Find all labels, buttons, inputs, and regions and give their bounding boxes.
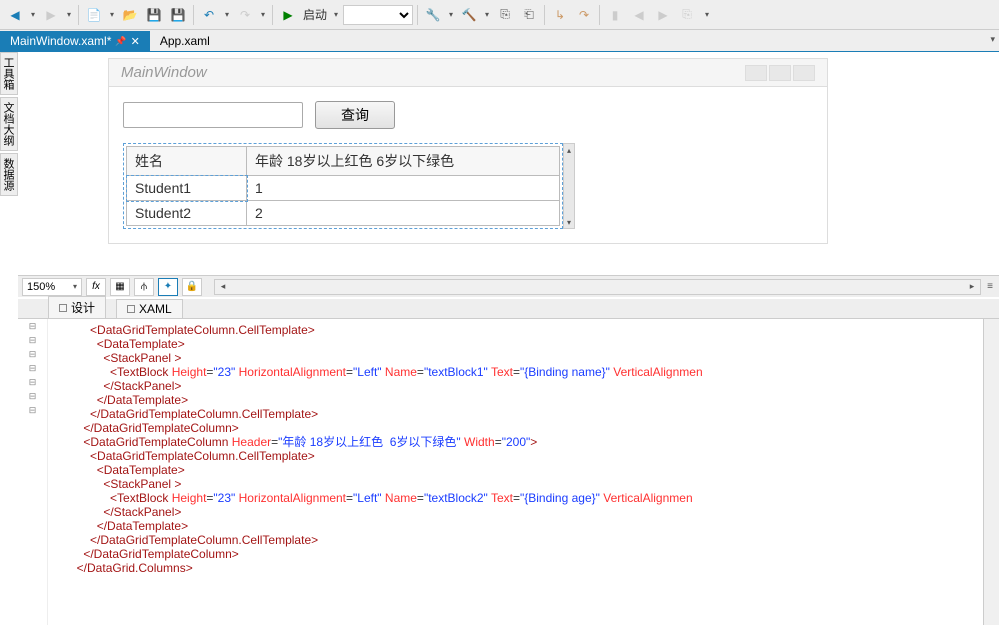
tab-xaml[interactable]: XAML	[116, 299, 183, 318]
toolbar-btn-a[interactable]: 🔧	[422, 4, 444, 26]
tab-design[interactable]: 设计	[48, 296, 106, 318]
minimize-icon	[745, 65, 767, 81]
comment-button[interactable]: ⎘	[494, 4, 516, 26]
toolbar-btn-c: ▮	[604, 4, 626, 26]
tab-xaml-label: XAML	[139, 302, 172, 316]
cell-age[interactable]: 1	[247, 176, 560, 201]
fold-toggle[interactable]: ⊟	[18, 403, 47, 417]
back-dropdown[interactable]: ▾	[28, 4, 38, 26]
uncomment-button[interactable]: ⎗	[518, 4, 540, 26]
main-toolbar: ◀ ▾ ▶ ▾ 📄 ▾ 📂 💾 💾 ↶ ▾ ↷ ▾ ▶ 启动 ▾ 🔧 ▾ 🔨 ▾…	[0, 0, 999, 30]
table-row: Student1 1	[127, 176, 560, 201]
toolbar-btn-e: ▶	[652, 4, 674, 26]
scroll-left-icon[interactable]: ◂	[215, 280, 231, 294]
fx-button[interactable]: fx	[86, 278, 106, 296]
redo-button: ↷	[234, 4, 256, 26]
query-button[interactable]: 查询	[315, 101, 395, 129]
table-row: Student2 2	[127, 201, 560, 226]
fold-gutter[interactable]: ⊟⊟⊟⊟⊟⊟⊟	[18, 319, 48, 625]
snaplines-button[interactable]: ⫛	[134, 278, 154, 296]
side-dock: 工具箱 文档大纲 数据源	[0, 52, 18, 198]
start-label[interactable]: 启动	[301, 6, 329, 23]
column-header-age[interactable]: 年龄 18岁以上红色 6岁以下绿色	[247, 147, 560, 176]
undo-dropdown[interactable]: ▾	[222, 4, 232, 26]
effects-button[interactable]: ✦	[158, 278, 178, 296]
toolbar-btn-a-drop[interactable]: ▾	[446, 4, 456, 26]
pin-icon[interactable]: 📌	[115, 36, 126, 47]
fold-toggle[interactable]: ⊟	[18, 347, 47, 361]
cell-name[interactable]: Student1	[127, 176, 247, 201]
cell-name[interactable]: Student2	[127, 201, 247, 226]
tab-label: App.xaml	[160, 34, 210, 48]
toolbar-overflow[interactable]: ▾	[702, 4, 712, 26]
horizontal-scrollbar[interactable]: ◂ ▸	[214, 279, 981, 295]
tab-label: MainWindow.xaml*	[10, 34, 111, 48]
scroll-down-icon[interactable]: ▾	[564, 216, 574, 228]
search-input[interactable]	[123, 102, 303, 128]
sidetab-outline[interactable]: 文档大纲	[0, 97, 18, 151]
document-tabbar: MainWindow.xaml* 📌 ✕ App.xaml ▾	[0, 30, 999, 52]
scroll-up-icon[interactable]: ▴	[564, 144, 574, 156]
column-header-name[interactable]: 姓名	[127, 147, 247, 176]
square-icon	[127, 305, 135, 313]
designer-footer: 150% ▾ fx ▦ ⫛ ✦ 🔒 ◂ ▸ ≡	[18, 275, 999, 297]
step-over-button[interactable]: ↷	[573, 4, 595, 26]
open-button[interactable]: 📂	[119, 4, 141, 26]
panel-tabbar: 设计 XAML	[18, 299, 999, 319]
designer-pane: MainWindow 查询 姓名	[18, 52, 999, 297]
maximize-icon	[769, 65, 791, 81]
locked-button[interactable]: 🔒	[182, 278, 202, 296]
code-content[interactable]: <DataGridTemplateColumn.CellTemplate> <D…	[48, 319, 999, 625]
square-icon	[59, 304, 67, 312]
zoom-value: 150%	[27, 281, 55, 293]
window-client: 查询 姓名 年龄 18岁以上红色 6岁以下绿色 Student1 1	[109, 87, 827, 243]
xaml-editor[interactable]: ⊟⊟⊟⊟⊟⊟⊟ <DataGridTemplateColumn.CellTemp…	[18, 319, 999, 625]
save-all-button[interactable]: 💾	[167, 4, 189, 26]
datagrid-scrollbar[interactable]: ▴ ▾	[563, 143, 575, 229]
sidetab-datasources[interactable]: 数据源	[0, 153, 18, 196]
window-titlebar: MainWindow	[109, 59, 827, 87]
chevron-down-icon[interactable]: ▾	[73, 282, 77, 291]
config-combo[interactable]	[343, 5, 413, 25]
fold-toggle[interactable]: ⊟	[18, 333, 47, 347]
new-item-button[interactable]: 📄	[83, 4, 105, 26]
back-button[interactable]: ◀	[4, 4, 26, 26]
split-grip-icon[interactable]: ≡	[985, 278, 995, 296]
toolbar-btn-f: ⎘	[676, 4, 698, 26]
forward-dropdown[interactable]: ▾	[64, 4, 74, 26]
window-canvas[interactable]: MainWindow 查询 姓名	[108, 58, 828, 244]
grid-snap-button[interactable]: ▦	[110, 278, 130, 296]
close-window-icon	[793, 65, 815, 81]
save-button[interactable]: 💾	[143, 4, 165, 26]
window-title: MainWindow	[121, 64, 207, 81]
forward-button: ▶	[40, 4, 62, 26]
close-icon[interactable]: ✕	[131, 35, 140, 48]
start-debug-button[interactable]: ▶	[277, 4, 299, 26]
step-into-button[interactable]: ↳	[549, 4, 571, 26]
undo-button[interactable]: ↶	[198, 4, 220, 26]
tabs-overflow-icon[interactable]: ▾	[990, 34, 995, 45]
sidetab-toolbox[interactable]: 工具箱	[0, 52, 18, 95]
editor-scrollbar[interactable]	[983, 319, 999, 625]
fold-toggle[interactable]: ⊟	[18, 319, 47, 333]
start-dropdown[interactable]: ▾	[331, 4, 341, 26]
new-item-dropdown[interactable]: ▾	[107, 4, 117, 26]
tab-appxaml[interactable]: App.xaml	[150, 31, 220, 51]
toolbar-btn-b[interactable]: 🔨	[458, 4, 480, 26]
toolbar-btn-b-drop[interactable]: ▾	[482, 4, 492, 26]
tab-design-label: 设计	[71, 301, 95, 315]
redo-dropdown[interactable]: ▾	[258, 4, 268, 26]
fold-toggle[interactable]: ⊟	[18, 375, 47, 389]
toolbar-btn-d: ◀	[628, 4, 650, 26]
scroll-right-icon[interactable]: ▸	[964, 280, 980, 294]
tab-mainwindow[interactable]: MainWindow.xaml* 📌 ✕	[0, 31, 150, 51]
datagrid[interactable]: 姓名 年龄 18岁以上红色 6岁以下绿色 Student1 1 Student2…	[123, 143, 563, 229]
fold-toggle[interactable]: ⊟	[18, 389, 47, 403]
zoom-combo[interactable]: 150% ▾	[22, 278, 82, 296]
cell-age[interactable]: 2	[247, 201, 560, 226]
design-surface[interactable]: MainWindow 查询 姓名	[18, 52, 999, 275]
fold-toggle[interactable]: ⊟	[18, 361, 47, 375]
